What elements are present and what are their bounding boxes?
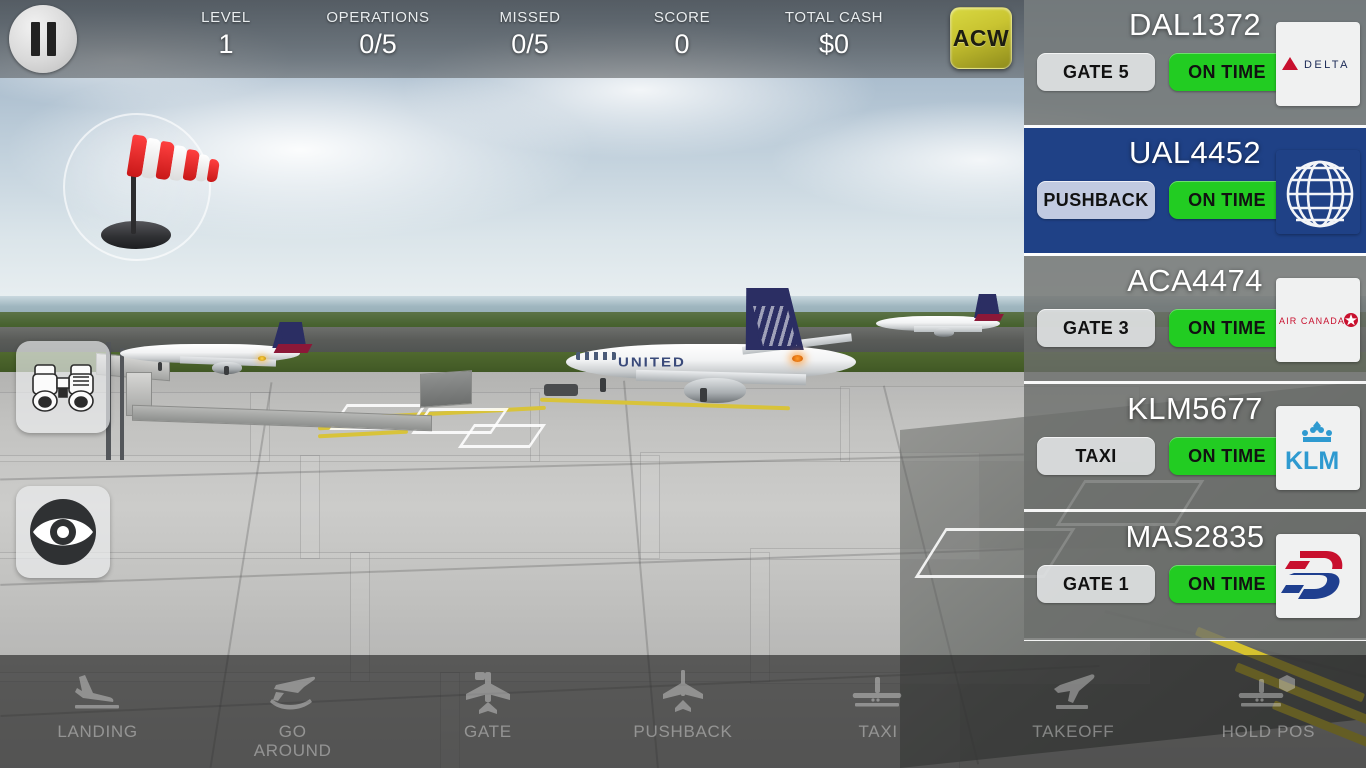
runway-light: [258, 356, 266, 361]
eye-icon: [30, 499, 96, 565]
stat-missed: MISSED 0/5: [454, 9, 606, 71]
pause-icon: [30, 22, 40, 56]
stat-value: 0: [674, 29, 690, 59]
flight-state-button[interactable]: GATE 1: [1037, 565, 1155, 603]
action-label: HOLD POS: [1221, 722, 1316, 741]
flight-state-button[interactable]: GATE 3: [1037, 309, 1155, 347]
apron-slab: [640, 452, 980, 560]
stats-group: LEVEL 1 OPERATIONS 0/5 MISSED 0/5 SCORE …: [150, 9, 910, 71]
action-label: TAXI: [858, 722, 898, 741]
stat-operations: OPERATIONS 0/5: [302, 9, 454, 71]
stat-label: LEVEL: [201, 9, 251, 26]
stat-label: SCORE: [653, 9, 711, 26]
flight-state-button[interactable]: TAXI: [1037, 437, 1155, 475]
airline-logo-klm: KLM: [1276, 406, 1360, 490]
action-takeoff[interactable]: TAKEOFF: [976, 655, 1171, 768]
stat-value: 1: [218, 29, 234, 59]
air-canada-logo-icon: AIR CANADA: [1279, 313, 1358, 327]
plane-gate-icon: [462, 667, 514, 721]
stat-value: 0/5: [359, 29, 397, 59]
delta-logo-icon: DELTA: [1282, 57, 1350, 71]
view-button[interactable]: [16, 486, 110, 578]
stat-level: LEVEL 1: [150, 9, 302, 71]
plane-takeoff-icon: [1042, 667, 1104, 721]
plane-go-around-icon: [262, 667, 324, 721]
flight-callsign: UAL4452: [1128, 135, 1262, 170]
binoculars-icon: [32, 364, 94, 412]
windsock-base: [101, 221, 171, 249]
pause-icon: [46, 22, 56, 56]
svg-text:KLM: KLM: [1285, 447, 1339, 475]
flight-state-button[interactable]: GATE 5: [1037, 53, 1155, 91]
plane-pushback-icon: [657, 667, 709, 721]
action-taxi[interactable]: TAXI: [781, 655, 976, 768]
malaysia-airlines-logo-icon: [1281, 551, 1343, 599]
stat-score: SCORE 0: [606, 9, 758, 71]
stat-value: 0/5: [511, 29, 549, 59]
binoculars-button[interactable]: [16, 341, 110, 433]
airline-logo-united: [1276, 150, 1360, 234]
flight-strip-aca4474[interactable]: ACA4474 GATE 3 ON TIME AIR CANADA: [1024, 256, 1366, 384]
flight-callsign: DAL1372: [1128, 7, 1262, 42]
action-gate[interactable]: GATE: [390, 655, 585, 768]
action-label: LANDING: [57, 722, 138, 741]
flight-status-badge[interactable]: ON TIME: [1169, 53, 1285, 91]
stat-value: $0: [818, 29, 850, 59]
flight-strip-panel[interactable]: DAL1372 GATE 5 ON TIME DELTA UAL4452 PUS…: [1024, 0, 1366, 641]
hud-top-bar: LEVEL 1 OPERATIONS 0/5 MISSED 0/5 SCORE …: [0, 0, 1024, 78]
flight-status-badge[interactable]: ON TIME: [1169, 181, 1285, 219]
stat-total-cash: TOTAL CASH $0: [758, 9, 910, 71]
flight-strip-klm5677[interactable]: KLM5677 TAXI ON TIME KLM: [1024, 384, 1366, 512]
united-globe-icon: [1276, 150, 1360, 234]
klm-logo-icon: KLM: [1285, 421, 1339, 475]
flight-strip-dal1372[interactable]: DAL1372 GATE 5 ON TIME DELTA: [1024, 0, 1366, 128]
flight-callsign: MAS2835: [1125, 519, 1265, 554]
airline-logo-malaysia: [1276, 534, 1360, 618]
airline-logo-air-canada: AIR CANADA: [1276, 278, 1360, 362]
flight-status-badge[interactable]: ON TIME: [1169, 309, 1285, 347]
flight-strip-ual4452[interactable]: UAL4452 PUSHBACK ON TIME: [1024, 128, 1366, 256]
plane-landing-icon: [67, 667, 129, 721]
action-landing[interactable]: LANDING: [0, 655, 195, 768]
plane-hold-position-icon: [1235, 667, 1301, 721]
flight-status-badge[interactable]: ON TIME: [1169, 565, 1285, 603]
flight-callsign: KLM5677: [1127, 391, 1263, 426]
windsock-indicator: [63, 113, 221, 261]
action-toolbar: LANDING GO AROUND GATE PUSHBACK TAXI TAK…: [0, 655, 1366, 768]
svg-text:DELTA: DELTA: [1304, 59, 1350, 71]
fence-post: [120, 348, 124, 460]
flight-callsign: ACA4474: [1127, 263, 1263, 298]
action-hold-position[interactable]: HOLD POS: [1171, 655, 1366, 768]
ground-equipment: [420, 370, 472, 408]
airline-logo-delta: DELTA: [1276, 22, 1360, 106]
pause-button[interactable]: [9, 5, 77, 73]
action-go-around[interactable]: GO AROUND: [195, 655, 390, 768]
flight-status-badge[interactable]: ON TIME: [1169, 437, 1285, 475]
stat-label: TOTAL CASH: [784, 9, 884, 26]
acw-badge-label: ACW: [952, 24, 1010, 51]
flight-strip-mas2835[interactable]: MAS2835 GATE 1 ON TIME: [1024, 512, 1366, 640]
action-label: GO AROUND: [253, 722, 332, 760]
stat-label: MISSED: [499, 9, 561, 26]
runway-light: [792, 355, 803, 362]
stat-label: OPERATIONS: [326, 9, 430, 26]
plane-taxi-icon: [847, 667, 909, 721]
action-label: PUSHBACK: [633, 722, 733, 741]
game-screen: UNITED LEVEL 1 OPERATIONS 0/5 MISSED 0/5…: [0, 0, 1366, 768]
action-label: GATE: [463, 722, 512, 741]
flight-state-button[interactable]: PUSHBACK: [1037, 181, 1155, 219]
svg-text:AIR CANADA: AIR CANADA: [1279, 316, 1345, 326]
action-pushback[interactable]: PUSHBACK: [585, 655, 780, 768]
acw-badge-button[interactable]: ACW: [950, 7, 1012, 69]
action-label: TAKEOFF: [1032, 722, 1115, 741]
